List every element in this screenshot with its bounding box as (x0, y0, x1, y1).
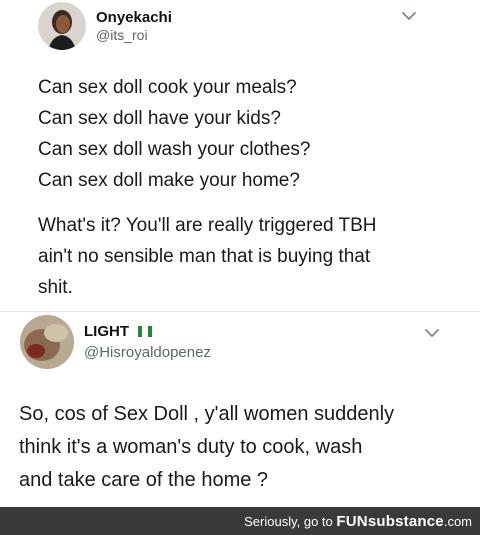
tweet-card-onyekachi: Onyekachi @its_roi Can sex doll cook you… (0, 0, 480, 312)
tweet-line: What's it? You'll are really triggered T… (38, 215, 377, 236)
author-name-text: LIGHT (84, 323, 129, 340)
watermark-text: Seriously, go to FUNsubstance.com (244, 513, 472, 530)
nigeria-flag-icon (138, 326, 153, 337)
tweet-card-light: LIGHT @Hisroyaldopenez So, cos of Sex Do… (0, 312, 480, 507)
tweet-line: So, cos of Sex Doll , y'all women sudden… (19, 403, 395, 425)
tweet-text: Can sex doll cook your meals? Can sex do… (38, 72, 310, 196)
author-handle[interactable]: @Hisroyaldopenez (84, 344, 211, 361)
watermark-bar: Seriously, go to FUNsubstance.com (0, 507, 480, 535)
watermark-domain: .com (443, 514, 472, 529)
tweet-line: Can sex doll make your home? (38, 170, 300, 191)
tweet-line: ain't no sensible man that is buying tha… (38, 246, 371, 267)
avatar[interactable] (38, 2, 86, 50)
watermark-brand: FUNsubstance (336, 513, 444, 530)
tweet-text: So, cos of Sex Doll , y'all women sudden… (19, 398, 449, 497)
tweet-line: think it's a woman's duty to cook, wash (19, 436, 363, 458)
avatar[interactable] (20, 315, 74, 369)
tweet-line: Can sex doll cook your meals? (38, 77, 297, 98)
chevron-down-icon[interactable] (401, 11, 417, 21)
author-name[interactable]: LIGHT (84, 323, 153, 340)
tweet-line: and take care of the home ? (19, 469, 269, 491)
watermark-prefix: Seriously, go to (244, 514, 333, 529)
chevron-down-icon[interactable] (424, 328, 440, 338)
tweet-line: Can sex doll have your kids? (38, 108, 281, 129)
tweet-paragraph: What's it? You'll are really triggered T… (38, 210, 418, 303)
tweet-line: Can sex doll wash your clothes? (38, 139, 311, 160)
author-handle[interactable]: @its_roi (96, 27, 148, 43)
tweet-line: shit. (38, 277, 73, 298)
author-name[interactable]: Onyekachi (96, 9, 172, 26)
